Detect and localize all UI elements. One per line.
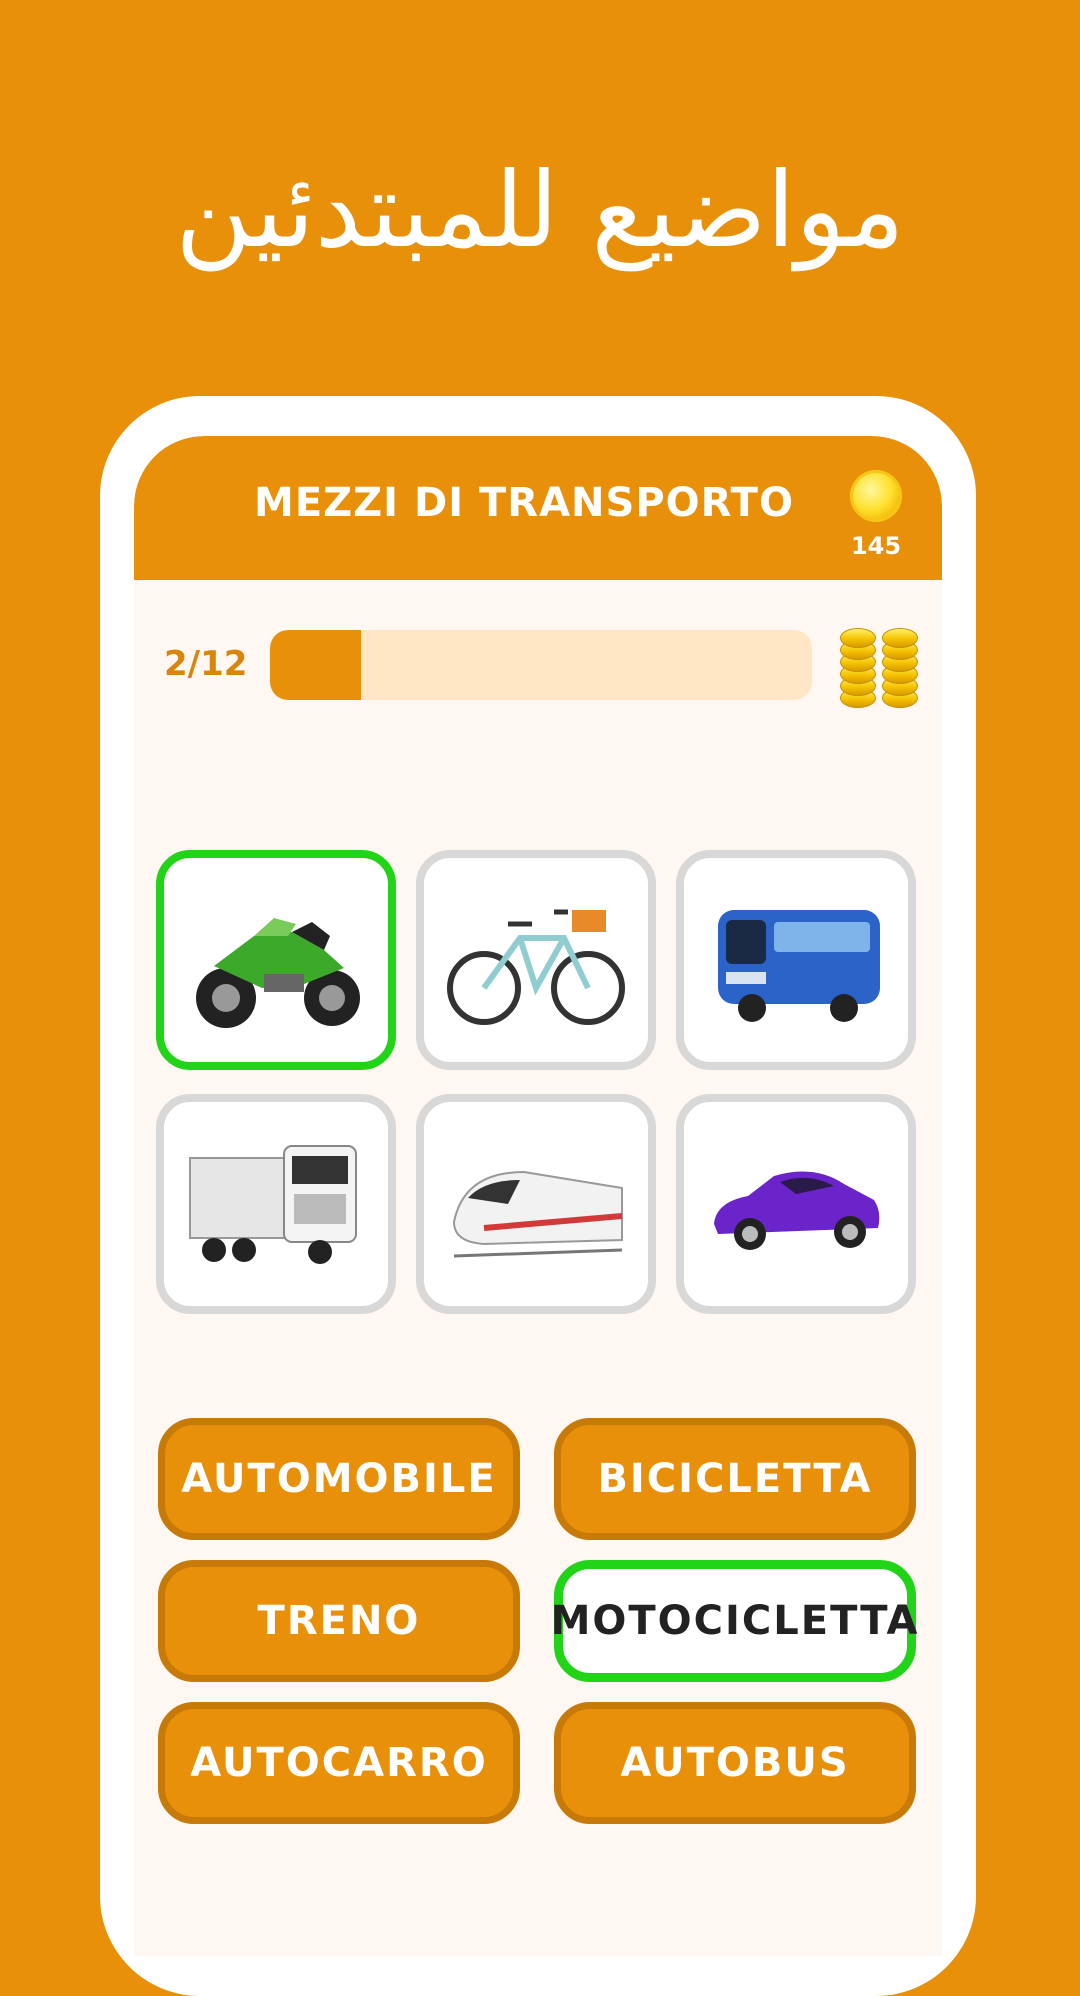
coin-icon xyxy=(850,470,902,522)
answer-button-motocicletta[interactable]: MOTOCICLETTA xyxy=(551,1560,917,1682)
answer-button-bicicletta[interactable]: BICICLETTA xyxy=(554,1418,916,1540)
promo-title: مواضيع للمبتدئين xyxy=(175,149,905,271)
answer-button-autocarro[interactable]: AUTOCARRO xyxy=(158,1702,520,1824)
answer-button-treno[interactable]: TRENO xyxy=(158,1560,520,1682)
coin-count: 145 xyxy=(850,532,902,560)
top-bar: MEZZI DI TRANSPORTO 145 xyxy=(134,436,942,580)
tile-truck[interactable] xyxy=(156,1094,396,1314)
coin-stack-icon xyxy=(882,622,918,708)
answer-button-automobile[interactable]: AUTOMOBILE xyxy=(158,1418,520,1540)
tile-train[interactable] xyxy=(416,1094,656,1314)
bicycle-icon xyxy=(447,909,625,1025)
motorcycle-icon xyxy=(196,918,360,1028)
tile-motorcycle[interactable] xyxy=(156,850,396,1070)
progress-label: 2/12 xyxy=(164,644,248,684)
progress-fill xyxy=(270,630,361,700)
tile-bus[interactable] xyxy=(676,850,916,1070)
tile-car[interactable] xyxy=(676,1094,916,1314)
car-icon xyxy=(714,1171,880,1250)
topic-title: MEZZI DI TRANSPORTO xyxy=(254,480,794,526)
tile-bicycle[interactable] xyxy=(416,850,656,1070)
coin-stack-icon xyxy=(840,622,876,708)
train-icon xyxy=(452,1170,623,1258)
app-screen: MEZZI DI TRANSPORTO 145 2/12 AUTOMOBILE … xyxy=(134,436,942,1956)
bus-icon xyxy=(718,910,880,1022)
progress-bar xyxy=(270,630,812,700)
truck-icon xyxy=(189,1145,357,1264)
answer-button-autobus[interactable]: AUTOBUS xyxy=(554,1702,916,1824)
